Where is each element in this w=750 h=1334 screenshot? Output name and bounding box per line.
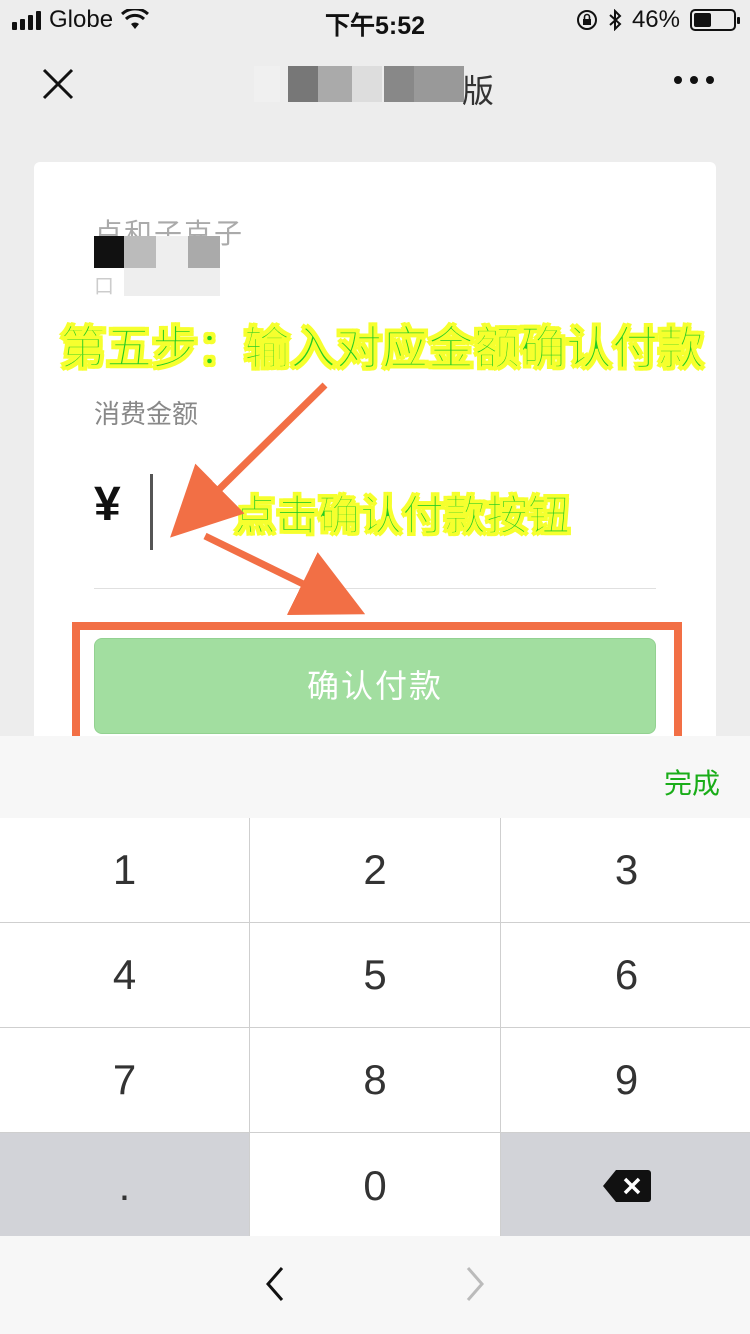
backspace-icon (602, 1170, 651, 1202)
close-icon[interactable] (36, 62, 80, 106)
number-pad: 1 2 3 4 5 6 7 8 9 . 0 (0, 818, 750, 1239)
chevron-right-icon[interactable] (460, 1264, 490, 1304)
key-2[interactable]: 2 (250, 818, 500, 922)
browser-toolbar (0, 1236, 750, 1334)
amount-input[interactable] (150, 474, 153, 550)
key-dot[interactable]: . (0, 1133, 249, 1239)
click-annotation: 点击确认付款按钮 (233, 491, 571, 541)
key-4[interactable]: 4 (0, 923, 249, 1027)
key-8[interactable]: 8 (250, 1028, 500, 1132)
merchant-sub: 口 (94, 276, 114, 298)
highlight-box (72, 622, 682, 748)
merchant-info: 卢和子克子 口 (94, 212, 294, 298)
done-button[interactable]: 完成 (664, 762, 720, 802)
page-title: 版 (250, 60, 500, 109)
delete-key[interactable] (501, 1133, 750, 1239)
keyboard-accessory: 完成 (0, 736, 750, 818)
nav-bar: 版 (0, 40, 750, 128)
step-annotation: 第五步：输入对应金额确认付款 (60, 321, 705, 376)
key-7[interactable]: 7 (0, 1028, 249, 1132)
currency-symbol: ¥ (94, 478, 121, 531)
status-bar: Globe 下午5:52 46% (0, 0, 750, 40)
key-6[interactable]: 6 (501, 923, 750, 1027)
battery-percent: 46% (631, 6, 680, 33)
key-1[interactable]: 1 (0, 818, 249, 922)
status-right: 46% (576, 6, 740, 34)
chevron-left-icon[interactable] (260, 1264, 290, 1304)
amount-label: 消费金额 (94, 399, 199, 429)
key-5[interactable]: 5 (250, 923, 500, 1027)
key-0[interactable]: 0 (250, 1133, 500, 1239)
key-9[interactable]: 9 (501, 1028, 750, 1132)
key-3[interactable]: 3 (501, 818, 750, 922)
more-icon[interactable] (674, 76, 714, 84)
battery-icon (690, 9, 740, 31)
bluetooth-icon (609, 9, 622, 31)
amount-divider (94, 588, 656, 589)
rotation-lock-icon (576, 10, 597, 30)
title-text: 版 (461, 73, 494, 109)
